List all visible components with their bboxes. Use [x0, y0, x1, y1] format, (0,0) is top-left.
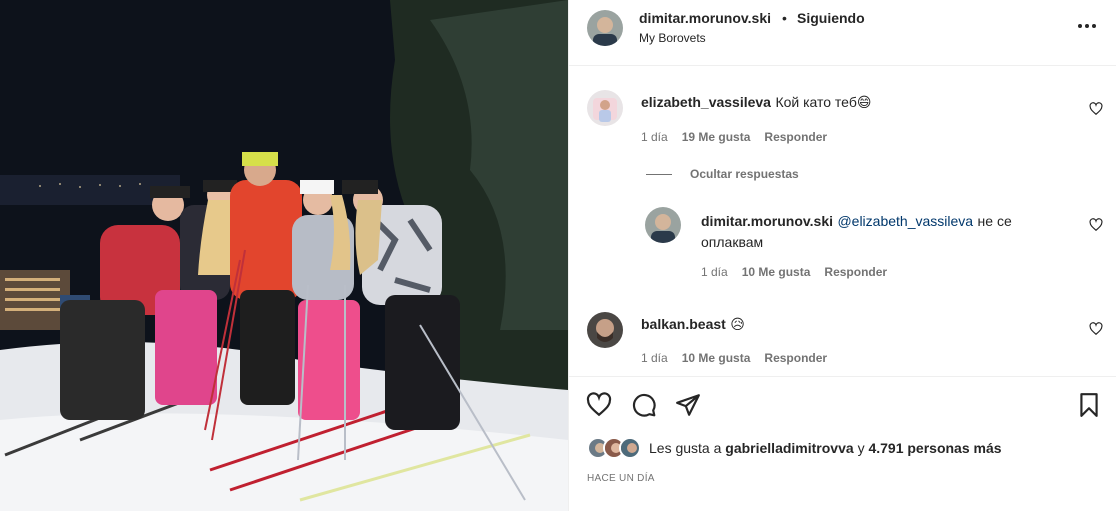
- post-timestamp[interactable]: HACE UN DÍA: [587, 473, 655, 484]
- commenter-avatar[interactable]: [587, 312, 623, 348]
- reply-likes-count[interactable]: 10 Me gusta: [742, 265, 811, 279]
- likes-conjunction: y: [857, 440, 865, 456]
- comment-username[interactable]: balkan.beast: [641, 316, 726, 332]
- likes-summary: Les gusta a gabrielladimitrovva y 4.791 …: [587, 437, 1002, 459]
- liker-avatar[interactable]: [619, 437, 641, 459]
- like-heart-icon[interactable]: [586, 392, 612, 418]
- comment-meta: 1 día 19 Me gusta Responder: [641, 130, 827, 144]
- comment-likes-count[interactable]: 19 Me gusta: [682, 130, 751, 144]
- ski-group-photo: [0, 0, 568, 511]
- reply-button[interactable]: Responder: [764, 130, 827, 144]
- author-avatar[interactable]: [587, 10, 623, 46]
- post-location[interactable]: My Borovets: [639, 31, 706, 45]
- more-options-icon[interactable]: [1075, 18, 1099, 34]
- like-comment-heart-icon[interactable]: [1089, 322, 1103, 336]
- reply-mention[interactable]: @elizabeth_vassileva: [837, 213, 973, 229]
- likes-prefix: Les gusta a: [649, 440, 722, 456]
- comment-meta: 1 día 10 Me gusta Responder: [641, 351, 827, 365]
- comment-time[interactable]: 1 día: [641, 351, 668, 365]
- share-paper-plane-icon[interactable]: [675, 392, 701, 418]
- author-username[interactable]: dimitar.morunov.ski: [639, 10, 771, 26]
- reply-button[interactable]: Responder: [824, 265, 887, 279]
- comment-text: Кой като теб😄: [775, 94, 872, 110]
- post-photo[interactable]: [0, 0, 568, 511]
- separator-dot: •: [782, 10, 787, 26]
- follow-status-button[interactable]: Siguiendo: [797, 10, 865, 26]
- comment-time[interactable]: 1 día: [641, 130, 668, 144]
- post-actions-bar: Les gusta a gabrielladimitrovva y 4.791 …: [569, 376, 1116, 504]
- replier-avatar[interactable]: [645, 207, 681, 243]
- likes-text: Les gusta a gabrielladimitrovva y 4.791 …: [649, 440, 1002, 456]
- likes-others-count[interactable]: 4.791 personas más: [868, 440, 1001, 456]
- hide-replies-label: Ocultar respuestas: [690, 167, 799, 181]
- post-header: dimitar.morunov.ski • Siguiendo My Borov…: [569, 0, 1116, 66]
- reply-meta: 1 día 10 Me gusta Responder: [701, 265, 887, 279]
- reply-text-line2: оплаквам: [701, 234, 764, 250]
- comment-bubble-icon[interactable]: [631, 392, 657, 418]
- comment-text: 😥: [730, 316, 745, 332]
- like-comment-heart-icon[interactable]: [1089, 102, 1103, 116]
- reply-button[interactable]: Responder: [764, 351, 827, 365]
- reply-time[interactable]: 1 día: [701, 265, 728, 279]
- hide-replies-button[interactable]: Ocultar respuestas: [646, 167, 799, 181]
- reply-text-line1: не се: [977, 213, 1012, 229]
- reply-username[interactable]: dimitar.morunov.ski: [701, 213, 833, 229]
- post-details-panel: dimitar.morunov.ski • Siguiendo My Borov…: [568, 0, 1116, 511]
- like-reply-heart-icon[interactable]: [1089, 218, 1103, 232]
- save-bookmark-icon[interactable]: [1076, 392, 1102, 418]
- divider-line: [646, 173, 672, 175]
- comment-likes-count[interactable]: 10 Me gusta: [682, 351, 751, 365]
- commenter-avatar[interactable]: [587, 90, 623, 126]
- comment-username[interactable]: elizabeth_vassileva: [641, 94, 771, 110]
- liker-username[interactable]: gabrielladimitrovva: [725, 440, 853, 456]
